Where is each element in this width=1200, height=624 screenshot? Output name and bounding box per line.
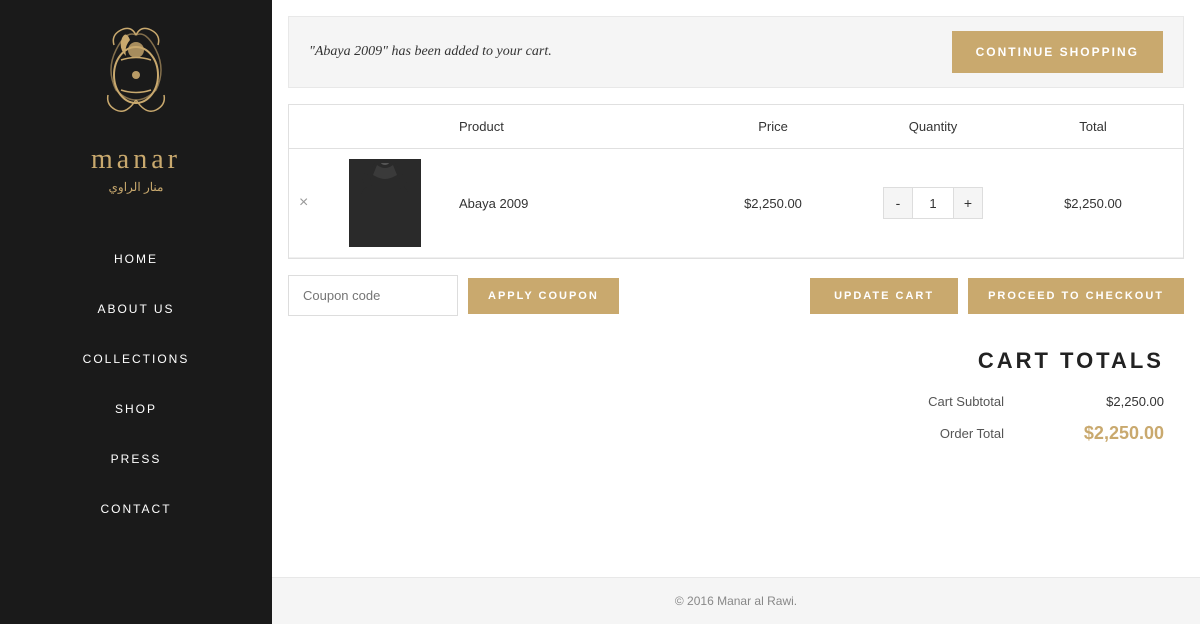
main-nav: HOME ABOUT US COLLECTIONS SHOP PRESS CON… xyxy=(0,234,272,534)
quantity-increase-button[interactable]: + xyxy=(953,187,983,219)
subtotal-label: Cart Subtotal xyxy=(928,394,1004,409)
cart-table: Product Price Quantity Total × xyxy=(288,104,1184,259)
apply-coupon-button[interactable]: APPLY COUPON xyxy=(468,278,619,314)
sidebar-item-collections[interactable]: COLLECTIONS xyxy=(0,334,272,384)
product-image xyxy=(349,159,421,247)
notification-text: "Abaya 2009" has been added to your cart… xyxy=(309,44,552,60)
header-product: Product xyxy=(449,119,693,134)
remove-item-cell: × xyxy=(299,194,349,212)
logo-arabic-text: منار الراوي xyxy=(109,180,164,194)
table-row: × Abaya 2009 $2,250.00 - + xyxy=(289,149,1183,258)
logo-area: manar منار الراوي xyxy=(86,20,186,194)
remove-item-button[interactable]: × xyxy=(299,194,308,212)
update-cart-button[interactable]: UPDATE CART xyxy=(810,278,958,314)
sidebar-item-contact[interactable]: CONTACT xyxy=(0,484,272,534)
continue-shopping-button[interactable]: CONTINUE SHOPPING xyxy=(952,31,1163,73)
order-total-value: $2,250.00 xyxy=(1064,423,1164,444)
cart-table-header: Product Price Quantity Total xyxy=(289,105,1183,149)
header-total: Total xyxy=(1013,119,1173,134)
copyright-text: © 2016 Manar al Rawi. xyxy=(675,594,797,608)
sidebar-item-about[interactable]: ABOUT US xyxy=(0,284,272,334)
header-price: Price xyxy=(693,119,853,134)
sidebar-item-press[interactable]: PRESS xyxy=(0,434,272,484)
header-image xyxy=(349,119,449,134)
quantity-decrease-button[interactable]: - xyxy=(883,187,913,219)
dress-silhouette xyxy=(355,163,415,243)
order-total-row: Order Total $2,250.00 xyxy=(940,423,1164,444)
order-total-label: Order Total xyxy=(940,426,1004,441)
cart-totals-section: CART TOTALS Cart Subtotal $2,250.00 Orde… xyxy=(288,332,1184,474)
sidebar-item-home[interactable]: HOME xyxy=(0,234,272,284)
subtotal-value: $2,250.00 xyxy=(1064,394,1164,409)
proceed-to-checkout-button[interactable]: PROCEED TO CHECKOUT xyxy=(968,278,1184,314)
logo-text: manar xyxy=(91,144,181,176)
row-total: $2,250.00 xyxy=(1013,196,1173,211)
cart-totals-title: CART TOTALS xyxy=(978,348,1164,374)
header-quantity: Quantity xyxy=(853,119,1013,134)
quantity-input[interactable] xyxy=(913,187,953,219)
product-price: $2,250.00 xyxy=(693,196,853,211)
product-name: Abaya 2009 xyxy=(449,196,693,211)
cart-actions: APPLY COUPON UPDATE CART PROCEED TO CHEC… xyxy=(272,259,1200,332)
sidebar: manar منار الراوي HOME ABOUT US COLLECTI… xyxy=(0,0,272,624)
logo-icon xyxy=(86,20,186,140)
main-content: "Abaya 2009" has been added to your cart… xyxy=(272,0,1200,624)
sidebar-item-shop[interactable]: SHOP xyxy=(0,384,272,434)
coupon-input[interactable] xyxy=(288,275,458,316)
notification-bar: "Abaya 2009" has been added to your cart… xyxy=(288,16,1184,88)
footer: © 2016 Manar al Rawi. xyxy=(272,577,1200,624)
subtotal-row: Cart Subtotal $2,250.00 xyxy=(928,394,1164,409)
quantity-control: - + xyxy=(853,187,1013,219)
header-remove xyxy=(299,119,349,134)
